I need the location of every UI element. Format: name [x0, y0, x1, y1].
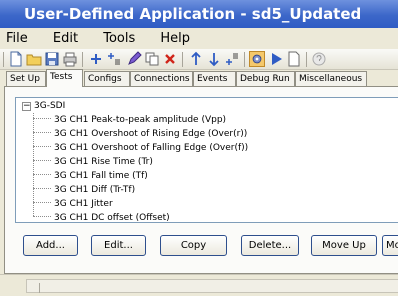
tab-set-up[interactable]: Set Up: [6, 71, 46, 87]
menu-bar: File Edit Tools Help: [0, 28, 398, 49]
edit-icon[interactable]: [126, 51, 142, 67]
tree-item-over-falling[interactable]: 3G CH1 Overshoot of Falling Edge (Over(f…: [33, 141, 248, 155]
tree-root-label: 3G-SDI: [34, 101, 66, 111]
menu-edit[interactable]: Edit: [53, 28, 78, 49]
tree-item-jitter[interactable]: 3G CH1 Jitter: [33, 197, 113, 211]
tab-debug-run[interactable]: Debug Run: [236, 71, 295, 87]
tab-connections[interactable]: Connections: [130, 71, 193, 87]
run-icon[interactable]: [268, 51, 284, 67]
menu-help[interactable]: Help: [160, 28, 190, 49]
tree-item-label: 3G CH1 Fall time (Tf): [54, 171, 148, 181]
settings-icon[interactable]: [249, 51, 265, 67]
tree-root[interactable]: −3G-SDI: [22, 100, 65, 112]
toolbar-separator: [82, 52, 83, 67]
tree-item-label: 3G CH1 Diff (Tr-Tf): [54, 185, 136, 195]
tree-item-label: 3G CH1 Peak-to-peak amplitude (Vpp): [54, 115, 227, 125]
menu-tools[interactable]: Tools: [103, 28, 135, 49]
tab-events[interactable]: Events: [193, 71, 236, 87]
tree-item-vpp[interactable]: 3G CH1 Peak-to-peak amplitude (Vpp): [33, 113, 226, 127]
move-up-icon[interactable]: [188, 51, 204, 67]
delete-icon[interactable]: [162, 51, 178, 67]
tree-item-over-rising[interactable]: 3G CH1 Overshoot of Rising Edge (Over(r)…: [33, 127, 247, 141]
tree-item-label: 3G CH1 Rise Time (Tr): [54, 157, 153, 167]
title-bar: User-Defined Application - sd5_Updated: [0, 0, 398, 28]
tab-configs[interactable]: Configs: [84, 71, 130, 87]
toolbar-separator: [3, 52, 4, 67]
new-icon[interactable]: [8, 51, 24, 67]
toolbar-separator: [244, 52, 245, 67]
insert-after-icon[interactable]: [224, 51, 240, 67]
help-icon[interactable]: [311, 51, 327, 67]
copy-icon[interactable]: [144, 51, 160, 67]
edit-button[interactable]: Edit...: [91, 235, 146, 256]
toolbar: [0, 49, 398, 70]
tests-panel: −3G-SDI 3G CH1 Peak-to-peak amplitude (V…: [4, 86, 398, 274]
collapse-icon[interactable]: −: [22, 102, 31, 111]
toolbar-separator: [306, 52, 307, 67]
tree-item-rise-time[interactable]: 3G CH1 Rise Time (Tr): [33, 155, 153, 169]
insert-icon[interactable]: [106, 51, 122, 67]
delete-button[interactable]: Delete...: [241, 235, 299, 256]
tree-item-label: 3G CH1 Overshoot of Rising Edge (Over(r)…: [54, 129, 248, 139]
move-down-button[interactable]: Mo: [382, 235, 398, 256]
tree-item-dc-offset[interactable]: 3G CH1 DC offset (Offset): [33, 211, 170, 225]
bottom-area: [0, 274, 398, 296]
tree-item-label: 3G CH1 DC offset (Offset): [54, 213, 170, 223]
toolbar-separator: [182, 52, 183, 67]
save-icon[interactable]: [44, 51, 60, 67]
tree-item-label: 3G CH1 Overshoot of Falling Edge (Over(f…: [54, 143, 249, 153]
add-button[interactable]: Add...: [23, 235, 78, 256]
status-divider: [39, 283, 40, 293]
tree-item-label: 3G CH1 Jitter: [54, 199, 113, 209]
print-icon[interactable]: [62, 51, 78, 67]
tree-item-diff[interactable]: 3G CH1 Diff (Tr-Tf): [33, 183, 135, 197]
move-up-button[interactable]: Move Up: [311, 235, 377, 256]
menu-file[interactable]: File: [6, 28, 28, 49]
page-icon[interactable]: [286, 51, 302, 67]
copy-button[interactable]: Copy: [160, 235, 227, 256]
open-icon[interactable]: [26, 51, 42, 67]
tab-tests[interactable]: Tests: [46, 69, 83, 87]
add-icon[interactable]: [88, 51, 104, 67]
tree-item-fall-time[interactable]: 3G CH1 Fall time (Tf): [33, 169, 148, 183]
move-down-icon[interactable]: [206, 51, 222, 67]
status-bar: [26, 279, 398, 293]
tab-miscellaneous[interactable]: Miscellaneous: [295, 71, 367, 87]
test-tree[interactable]: −3G-SDI 3G CH1 Peak-to-peak amplitude (V…: [15, 97, 398, 223]
window-title: User-Defined Application - sd5_Updated: [24, 5, 362, 23]
